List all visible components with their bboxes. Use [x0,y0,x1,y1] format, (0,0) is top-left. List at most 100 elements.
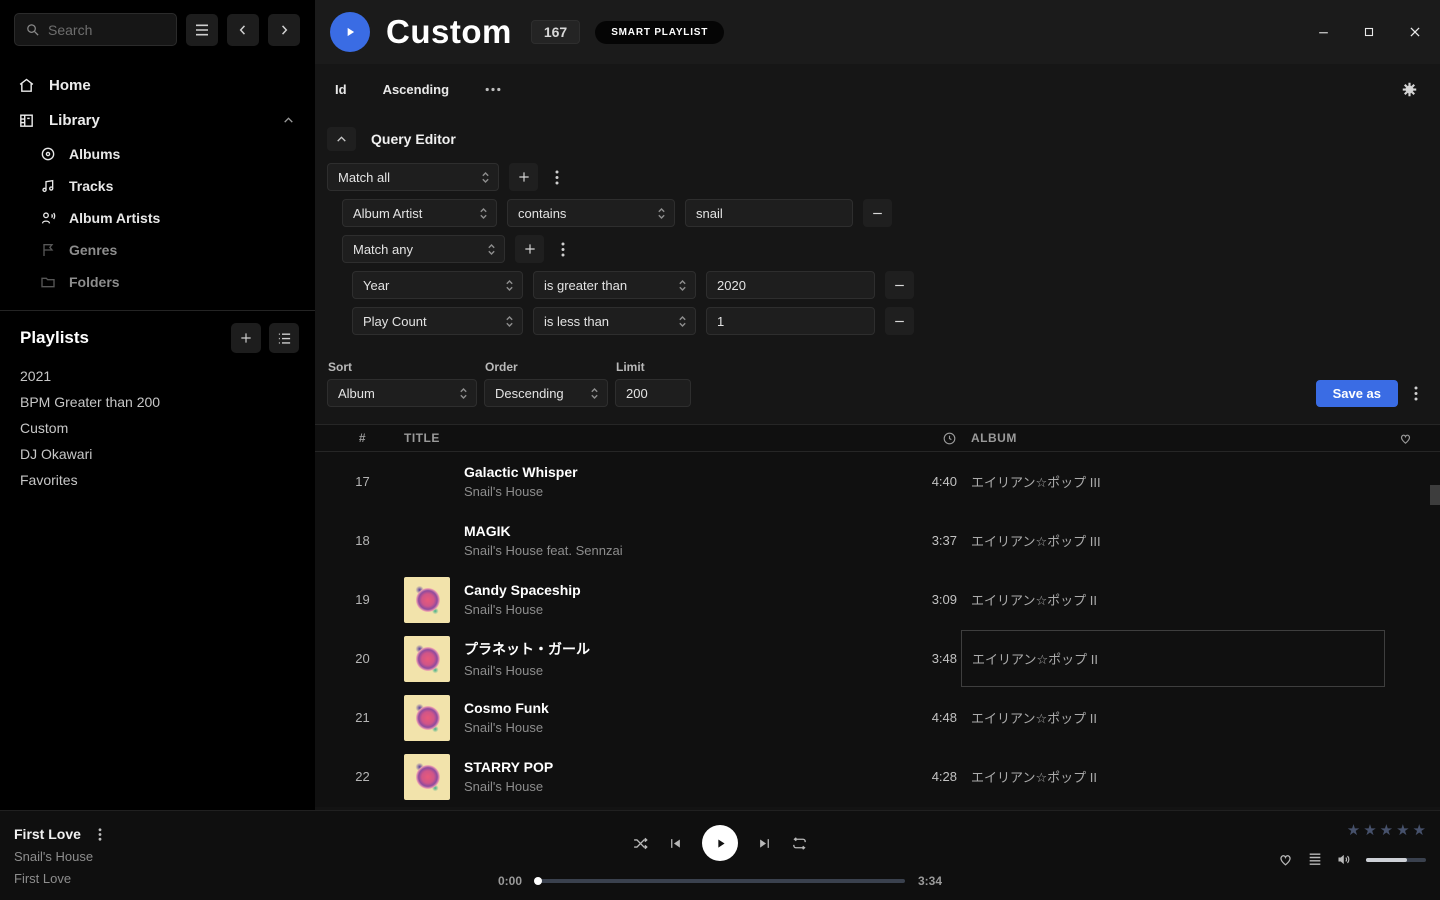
match-type-select[interactable]: Match all [327,163,499,191]
rule-operator-select[interactable]: is less than [533,307,696,335]
minimize-button[interactable] [1312,21,1334,43]
playlist-item[interactable]: Custom [0,415,315,441]
add-rule-button[interactable] [509,163,538,191]
play-playlist-button[interactable] [330,12,370,52]
seek-knob[interactable] [534,877,542,885]
rule-value-input[interactable] [706,271,875,299]
group-rule-row: Year is greater than [352,271,1425,299]
column-index: # [335,431,390,445]
remove-rule-button[interactable] [885,271,914,299]
select-caret-icon [657,206,666,221]
playlist-item[interactable]: BPM Greater than 200 [0,389,315,415]
search-input[interactable] [48,22,166,38]
query-editor: Query Editor Match all Album Artist cont… [315,114,1440,424]
more-options-button[interactable] [485,87,501,92]
playlist-list-button[interactable] [269,323,299,353]
playlist-item[interactable]: DJ Okawari [0,441,315,467]
sidebar-item-genres[interactable]: Genres [0,234,315,266]
rule-field-select[interactable]: Year [352,271,523,299]
folder-icon [40,274,56,290]
track-title: Candy Spaceship [464,582,873,598]
chevron-up-icon[interactable] [282,114,295,127]
rating-stars[interactable]: ★★★★★ [1276,821,1426,839]
rule-value-input[interactable] [706,307,875,335]
favorite-button[interactable] [1277,851,1294,868]
limit-input[interactable] [615,379,691,407]
sort-bar: Id Ascending [315,64,1440,114]
previous-button[interactable] [668,836,683,851]
settings-gear-icon[interactable] [1401,81,1418,98]
sidebar-item-home[interactable]: Home [0,68,315,103]
menu-button[interactable] [186,14,218,46]
add-playlist-button[interactable] [231,323,261,353]
scrollbar-thumb[interactable] [1430,485,1440,505]
sidebar-item-albums[interactable]: Albums [0,138,315,170]
close-button[interactable] [1404,21,1426,43]
volume-slider[interactable] [1366,858,1426,862]
repeat-button[interactable] [791,835,808,852]
query-order-select[interactable]: Descending [484,379,608,407]
sidebar-item-album-artists[interactable]: Album Artists [0,202,315,234]
playlist-item[interactable]: 2021 [0,363,315,389]
rule-group-menu-button[interactable] [548,163,566,191]
remove-rule-button[interactable] [885,307,914,335]
add-group-rule-button[interactable] [515,235,544,263]
sidebar-item-folders[interactable]: Folders [0,266,315,298]
remove-rule-button[interactable] [863,199,892,227]
maximize-button[interactable] [1358,21,1380,43]
star-icon[interactable]: ★ [1396,821,1409,839]
playlist-header: Custom 167 SMART PLAYLIST [315,0,1440,64]
track-row[interactable]: 19 Candy Spaceship Snail's House 3:09 エイ… [315,570,1440,629]
nav-back-button[interactable] [227,14,259,46]
shuffle-button[interactable] [632,835,649,852]
minus-icon [871,207,884,220]
track-row[interactable]: 22 STARRY POP Snail's House 4:28 エイリアン☆ポ… [315,747,1440,806]
sort-field-button[interactable]: Id [335,82,347,97]
track-number: 19 [335,592,390,607]
star-icon[interactable]: ★ [1347,821,1360,839]
next-button[interactable] [757,836,772,851]
rule-operator-select[interactable]: contains [507,199,675,227]
flag-icon [40,242,56,258]
rule-field-select[interactable]: Play Count [352,307,523,335]
track-row[interactable]: 18 MAGIK Snail's House feat. Sennzai 3:3… [315,511,1440,570]
star-icon[interactable]: ★ [1363,821,1376,839]
play-pause-button[interactable] [702,825,738,861]
playlist-item-label: 2021 [20,368,51,384]
player-right-controls: ★★★★★ [1276,821,1426,868]
playlist-item[interactable]: Favorites [0,467,315,493]
track-album: エイリアン☆ポップ II [972,649,1098,668]
star-icon[interactable]: ★ [1413,821,1426,839]
query-sort-select[interactable]: Album [327,379,477,407]
sidebar-nav: Home Library Albums Tracks Al [0,68,315,298]
track-row[interactable]: 17 Galactic Whisper Snail's House 4:40 エ… [315,452,1440,511]
track-number: 22 [335,769,390,784]
star-icon[interactable]: ★ [1380,821,1393,839]
plus-icon [239,331,253,345]
total-time: 3:34 [918,874,952,888]
sidebar-item-tracks[interactable]: Tracks [0,170,315,202]
track-duration: 4:48 [887,710,957,725]
track-row[interactable]: 20 プラネット・ガール Snail's House 3:48 エイリアン☆ポッ… [315,629,1440,688]
rule-operator-select[interactable]: is greater than [533,271,696,299]
track-duration: 3:37 [887,533,957,548]
sidebar-item-library[interactable]: Library [0,103,315,138]
playlist-item-label: BPM Greater than 200 [20,394,160,410]
sort-direction-button[interactable]: Ascending [383,82,449,97]
rule-field-select[interactable]: Album Artist [342,199,497,227]
save-as-button[interactable]: Save as [1316,380,1398,407]
save-menu-button[interactable] [1407,379,1425,407]
nav-forward-button[interactable] [268,14,300,46]
search-box[interactable] [14,13,177,46]
queue-button[interactable] [1307,852,1323,867]
album-cell: エイリアン☆ポップ II [971,688,1371,747]
group-match-type-select[interactable]: Match any [342,235,505,263]
track-row[interactable]: 21 Cosmo Funk Snail's House 4:48 エイリアン☆ポ… [315,688,1440,747]
group-menu-button[interactable] [554,235,572,263]
collapse-query-editor-button[interactable] [327,127,356,151]
volume-icon[interactable] [1336,851,1353,868]
hamburger-icon [194,23,210,37]
rule-value-input[interactable] [685,199,853,227]
track-artist: Snail's House [464,720,873,735]
seek-slider[interactable] [535,879,905,883]
